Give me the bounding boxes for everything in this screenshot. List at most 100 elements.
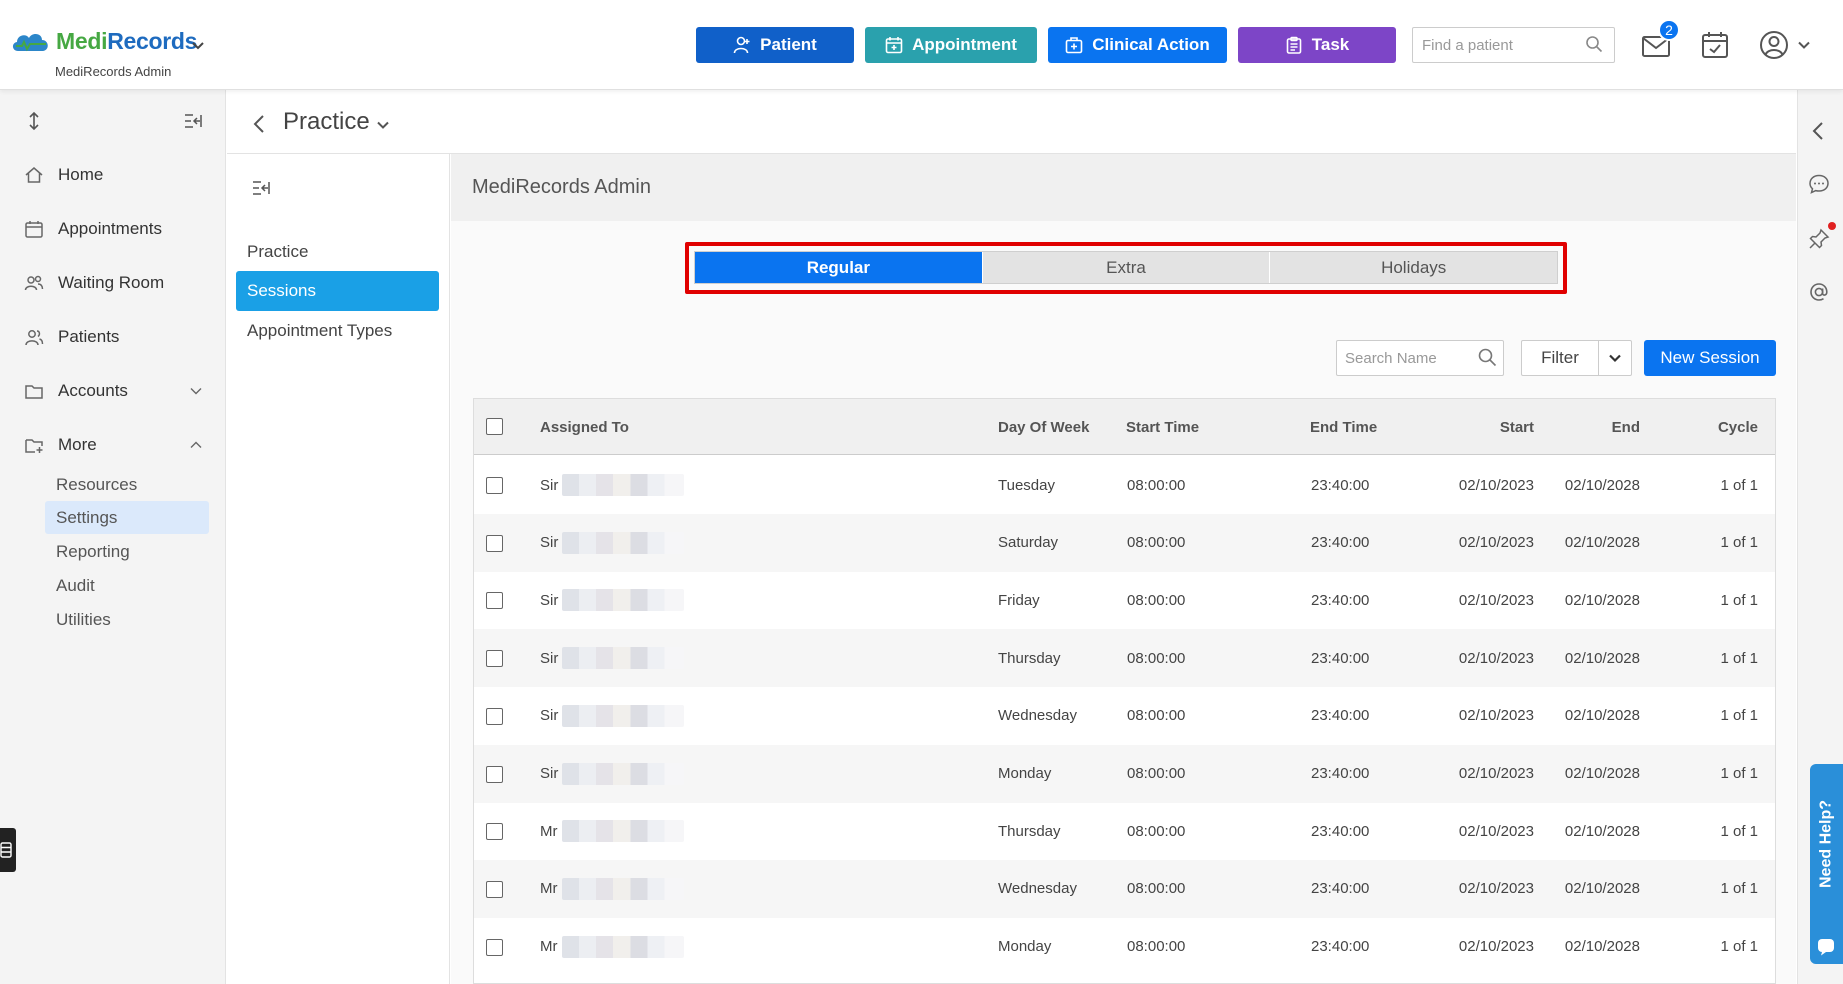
start-time-cell: 08:00:00 [1127,649,1186,667]
table-row[interactable]: Sir Saturday 08:00:00 23:40:00 02/10/2023 02/… [474,513,1775,572]
column-end-time[interactable]: End Time [1310,399,1377,455]
tab-regular[interactable]: Regular [695,252,983,283]
sidebar-subitem-audit[interactable]: Audit [45,569,209,602]
table-row[interactable]: Mr Thursday 08:00:00 23:40:00 02/10/2023 02/1… [474,802,1775,860]
need-help-label[interactable]: Need Help? [1810,764,1843,924]
day-of-week-cell: Monday [998,938,1052,956]
user-circle-icon[interactable] [1758,29,1790,61]
user-plus-icon [733,36,750,54]
cycle-cell: 1 of 1 [1720,938,1758,956]
sidebar-item-waiting-room[interactable]: Waiting Room [24,268,164,298]
column-start[interactable]: Start [1424,399,1534,455]
content-title: MediRecords Admin [472,176,651,198]
row-checkbox[interactable] [486,765,503,783]
pin-icon[interactable] [1808,228,1830,250]
chevron-left-icon[interactable] [1808,120,1830,142]
sidebar-subitem-settings[interactable]: Settings [45,501,209,534]
settings-nav-practice[interactable]: Practice [236,232,439,272]
at-sign-icon[interactable] [1808,281,1830,303]
end-time-cell: 23:40:00 [1311,765,1370,782]
sidebar-item-accounts[interactable]: Accounts [24,376,128,406]
left-drawer-tab[interactable] [0,828,16,872]
patients-icon [25,330,44,346]
end-time-cell: 23:40:00 [1311,938,1370,956]
row-checkbox[interactable] [486,707,503,725]
table-row[interactable]: Sir Tuesday 08:00:00 23:40:00 02/10/2023 02/1… [474,456,1775,514]
clinical-action-button-label: Clinical Action [1092,35,1210,54]
column-cycle[interactable]: Cycle [1640,399,1758,455]
patient-button[interactable]: Patient [696,27,854,63]
filter-button[interactable]: Filter [1521,340,1599,376]
row-checkbox[interactable] [486,823,503,841]
chat-icon[interactable] [1808,173,1830,195]
clinical-action-button[interactable]: Clinical Action [1048,27,1227,63]
collapse-sidebar-icon[interactable] [251,178,271,198]
chevron-down-icon[interactable] [190,38,206,54]
sidebar-subitem-utilities[interactable]: Utilities [45,603,209,636]
row-checkbox[interactable] [486,534,503,552]
settings-nav-sessions[interactable]: Sessions [236,271,439,311]
sidebar-item-appointments[interactable]: Appointments [24,214,162,244]
chevron-down-icon[interactable] [1797,38,1811,52]
column-start-time[interactable]: Start Time [1126,399,1199,455]
sidebar-item-more[interactable]: More [24,430,97,460]
assigned-to-cell: Sir [540,571,685,629]
end-date-cell: 02/10/2028 [1564,591,1640,609]
end-date-cell: 02/10/2028 [1564,534,1640,552]
end-date-cell: 02/10/2028 [1564,707,1640,725]
table-header: Assigned To Day Of Week Start Time End T… [474,399,1775,455]
new-session-button[interactable]: New Session [1644,340,1776,376]
back-chevron-icon[interactable] [251,114,267,134]
device-icon [0,842,12,858]
settings-nav-appointment-types[interactable]: Appointment Types [236,311,439,351]
sidebar-item-label: More [58,435,97,454]
column-day-of-week[interactable]: Day Of Week [998,399,1089,455]
table-row[interactable]: Sir Wednesday 08:00:00 23:40:00 02/10/2023 02… [474,687,1775,745]
search-icon[interactable] [1585,35,1603,53]
end-time-cell: 23:40:00 [1311,534,1370,552]
collapse-sidebar-icon[interactable] [183,111,203,131]
start-date-cell: 02/10/2023 [1458,534,1534,552]
top-bar: MediRecords MediRecords Admin Patient Ap… [0,0,1843,90]
start-time-cell: 08:00:00 [1127,822,1186,840]
chevron-up-icon[interactable] [189,438,203,452]
sidebar-subitem-reporting[interactable]: Reporting [45,535,209,568]
filter-dropdown-toggle[interactable] [1598,340,1632,376]
assigned-to-cell: Sir [540,745,685,803]
cycle-cell: 1 of 1 [1720,476,1758,494]
tab-holidays[interactable]: Holidays [1270,252,1557,283]
row-checkbox[interactable] [486,880,503,898]
table-row[interactable]: Mr Monday 08:00:00 23:40:00 02/10/2023 02/10/… [474,918,1775,976]
logo[interactable]: MediRecords [10,28,197,55]
table-row[interactable]: Sir Thursday 08:00:00 23:40:00 02/10/2023 02/… [474,629,1775,688]
sidebar-item-patients[interactable]: Patients [24,322,119,352]
task-button[interactable]: Task [1238,27,1396,63]
chevron-down-icon[interactable] [376,118,390,132]
resize-vertical-icon[interactable] [24,111,44,131]
tab-extra[interactable]: Extra [983,252,1271,283]
end-date-cell: 02/10/2028 [1564,765,1640,782]
table-row[interactable]: Mr Wednesday 08:00:00 23:40:00 02/10/2023 02/… [474,859,1775,918]
appointment-button[interactable]: Appointment [865,27,1037,63]
row-checkbox[interactable] [486,477,503,494]
day-of-week-cell: Thursday [998,822,1061,840]
start-time-cell: 08:00:00 [1127,707,1186,725]
table-row[interactable]: Sir Friday 08:00:00 23:40:00 02/10/2023 02/10… [474,571,1775,629]
sidebar-subitem-resources[interactable]: Resources [45,468,209,501]
select-all-checkbox[interactable] [486,418,503,435]
sidebar-item-home[interactable]: Home [24,160,103,190]
column-end[interactable]: End [1534,399,1640,455]
calendar-check-icon[interactable] [1700,30,1730,60]
table-row[interactable]: Sir Monday 08:00:00 23:40:00 02/10/2023 02/10… [474,744,1775,803]
page-title[interactable]: Practice [283,108,370,136]
chevron-down-icon[interactable] [189,384,203,398]
row-checkbox[interactable] [486,938,503,956]
row-checkbox[interactable] [486,650,503,668]
cycle-cell: 1 of 1 [1720,822,1758,840]
column-assigned-to[interactable]: Assigned To [540,399,629,455]
row-checkbox[interactable] [486,592,503,610]
task-button-label: Task [1311,35,1350,54]
chevron-down-icon [1609,354,1621,363]
clipboard-icon [1286,36,1302,54]
search-icon[interactable] [1477,347,1497,367]
